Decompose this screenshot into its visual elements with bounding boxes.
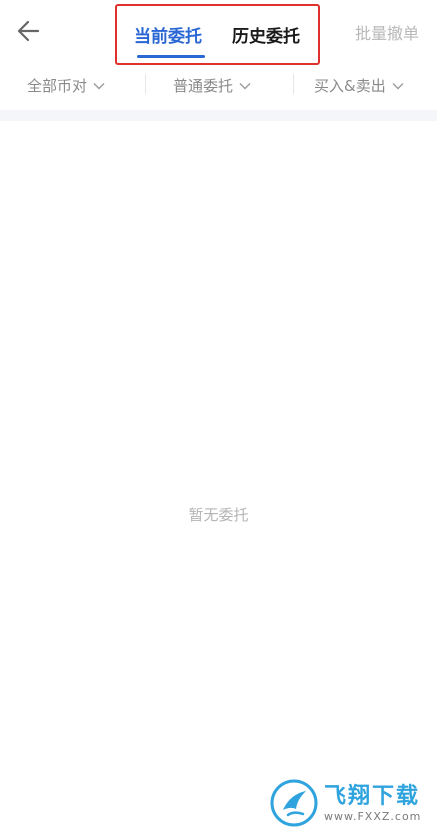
active-tab-indicator bbox=[137, 55, 205, 58]
top-bar: 当前委托 历史委托 批量撤单 bbox=[0, 0, 437, 65]
tab-order-history[interactable]: 历史委托 bbox=[232, 22, 300, 47]
side-filter-label: 买入&卖出 bbox=[314, 77, 386, 95]
order-tabs: 当前委托 历史委托 bbox=[115, 4, 320, 65]
chevron-down-icon bbox=[239, 82, 251, 89]
back-button[interactable] bbox=[14, 16, 44, 46]
pair-filter-label: 全部币对 bbox=[27, 77, 88, 95]
order-type-dropdown[interactable]: 普通委托 bbox=[173, 75, 251, 96]
section-separator bbox=[0, 110, 437, 121]
watermark: 飞翔下载 www.FXXZ.com bbox=[270, 777, 430, 829]
filter-divider bbox=[293, 74, 294, 94]
order-type-label: 普通委托 bbox=[173, 77, 234, 95]
chevron-down-icon bbox=[93, 82, 105, 89]
filter-bar: 全部币对 普通委托 买入&卖出 bbox=[0, 62, 437, 106]
tab-current-orders[interactable]: 当前委托 bbox=[134, 22, 202, 47]
watermark-logo-icon bbox=[270, 779, 318, 827]
watermark-url: www.FXXZ.com bbox=[324, 809, 422, 823]
batch-cancel-button[interactable]: 批量撤单 bbox=[355, 20, 419, 44]
arrow-left-icon bbox=[17, 20, 40, 42]
chevron-down-icon bbox=[392, 82, 404, 89]
empty-state-text: 暂无委托 bbox=[188, 506, 249, 524]
side-filter-dropdown[interactable]: 买入&卖出 bbox=[314, 75, 404, 96]
filter-divider bbox=[145, 74, 146, 94]
pair-filter-dropdown[interactable]: 全部币对 bbox=[27, 75, 105, 96]
watermark-title: 飞翔下载 bbox=[324, 783, 421, 809]
